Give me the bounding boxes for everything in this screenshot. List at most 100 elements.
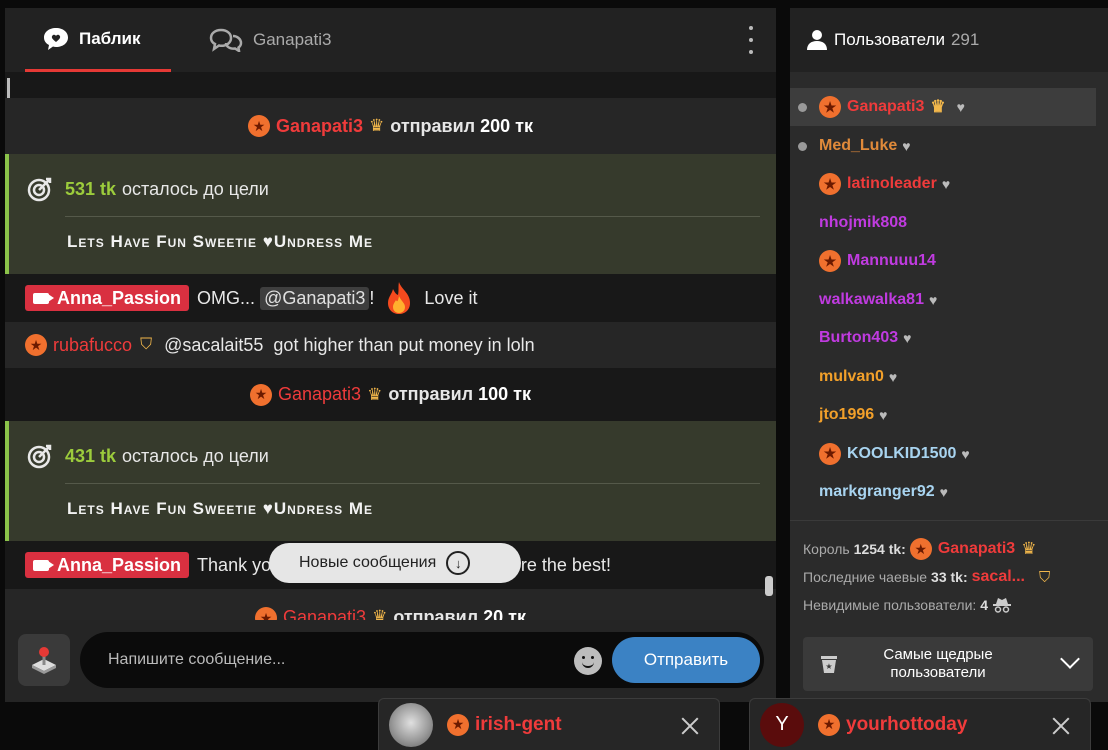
chat-header: Паблик Ganapati3	[5, 8, 776, 72]
tab-private-label: Ganapati3	[253, 30, 332, 49]
tip-username[interactable]: Ganapati3	[278, 384, 361, 405]
chat-message: Anna_Passion OMG... @Ganapati3 ! Love it	[5, 274, 776, 322]
tip-username[interactable]: Ganapati3	[276, 116, 363, 137]
mention[interactable]: @Ganapati3	[260, 286, 370, 310]
user-list-item[interactable]: markgranger92 ♥	[790, 473, 1096, 511]
user-list-item[interactable]: mulvan0 ♥	[790, 358, 1096, 396]
message-list[interactable]: ★ Ganapati3 ♛ отправил 200 тк 531 tk ост…	[5, 72, 776, 620]
tip-username[interactable]: Ganapati3	[283, 607, 366, 620]
tip-amount: 20 тк	[483, 607, 526, 620]
user-list-item[interactable]: Burton403 ♥	[790, 319, 1096, 357]
message-input-wrapper: Отправить	[80, 632, 764, 688]
heart-icon: ♥	[928, 291, 938, 308]
goal-message: 531 tk осталось до цели Lets Have Fun Sw…	[5, 154, 776, 274]
goal-amount: 431 tk	[65, 445, 117, 466]
user-list-item[interactable]: nhojmik808	[790, 204, 1096, 242]
emoji-icon[interactable]	[574, 647, 602, 675]
heart-icon: ♥	[961, 445, 970, 462]
svg-text:★: ★	[825, 662, 832, 671]
user-name: Med_Luke	[819, 136, 898, 154]
users-title: Пользователи	[834, 30, 945, 49]
chat-bubble-icon	[44, 27, 68, 50]
message-text: Love it	[424, 287, 478, 308]
user-list-item[interactable]: jto1996 ♥	[790, 396, 1096, 434]
crown-icon: ♛	[372, 607, 388, 620]
user-list-item[interactable]: ★ Mannuuu14	[790, 242, 1096, 280]
user-list-item[interactable]: Med_Luke ♥	[790, 127, 1096, 165]
user-list-item[interactable]: walkawalka81 ♥	[790, 281, 1096, 319]
heart-icon: ♥	[262, 232, 274, 251]
top-tippers-dropdown[interactable]: ★ Самые щедрые пользователи	[803, 637, 1093, 691]
scroll-indicator	[7, 78, 10, 98]
message-partial	[5, 72, 776, 98]
model-badge[interactable]: Anna_Passion	[25, 285, 190, 311]
user-list-item[interactable]: ★ KOOLKID1500 ♥	[790, 435, 1096, 473]
user-list-item[interactable]: ★ latinoleader ♥	[790, 165, 1096, 203]
chat-menu-button[interactable]	[748, 26, 754, 54]
star-badge-icon: ★	[249, 383, 272, 406]
joystick-button[interactable]	[18, 634, 70, 686]
private-chat-username: yourhottoday	[846, 713, 968, 735]
private-chat-username: irish-gent	[475, 713, 562, 735]
scrollbar-thumb[interactable]	[765, 576, 773, 596]
king-user[interactable]: Ganapati3	[938, 540, 1015, 558]
chat-panel: Паблик Ganapati3 ★ Ganapati3 ♛ отправил …	[5, 8, 776, 702]
model-badge[interactable]: Anna_Passion	[25, 552, 190, 578]
message-text: OMG...	[197, 287, 256, 308]
new-messages-button[interactable]: Новые сообщения ↓	[269, 543, 521, 583]
divider	[65, 216, 760, 217]
star-badge-icon: ★	[819, 96, 841, 118]
tab-public[interactable]: Паблик	[25, 8, 171, 72]
close-icon[interactable]	[679, 715, 701, 737]
message-input[interactable]	[108, 632, 568, 688]
camera-icon	[33, 559, 54, 571]
users-panel: Пользователи 291 ★ Ganapati3 ♛ ♥ Med_Luke ♥ ★ l…	[790, 8, 1108, 702]
tip-text: отправил	[393, 607, 479, 620]
shield-icon: ⛉	[1039, 568, 1051, 586]
spy-icon	[993, 598, 1012, 613]
users-count: 291	[950, 30, 980, 49]
user-name: Mannuuu14	[847, 252, 936, 269]
message-username[interactable]: rubafucco	[53, 335, 132, 356]
user-name: KOOLKID1500	[847, 444, 957, 462]
star-badge-icon: ★	[254, 607, 277, 620]
star-badge-icon: ★	[819, 250, 841, 272]
close-icon[interactable]	[1050, 715, 1072, 737]
send-button[interactable]: Отправить	[612, 637, 760, 683]
user-name: walkawalka81	[819, 290, 924, 308]
avatar	[389, 702, 433, 747]
tab-private[interactable]: Ganapati3	[209, 8, 331, 72]
tip-text: отправил	[390, 115, 476, 136]
tip-amount: 200 тк	[480, 115, 533, 136]
crown-icon: ♛	[1021, 539, 1037, 558]
tip-text: отправил	[388, 384, 474, 404]
tip-message: ★ Ganapati3 ♛ отправил 100 тк	[5, 368, 776, 421]
message-text: got higher than put money in loln	[273, 334, 535, 355]
arrow-down-icon: ↓	[446, 551, 471, 575]
goal-title: Lets Have Fun Sweetie ♥Undress Me	[67, 499, 374, 518]
last-tip-user[interactable]: sacal...	[972, 568, 1025, 586]
crown-icon: ♛	[367, 384, 383, 404]
heart-icon: ♥	[939, 484, 948, 500]
private-chat-tab[interactable]: Y ★ yourhottoday	[749, 698, 1091, 750]
target-icon	[27, 444, 52, 469]
tip-amount: 100 тк	[478, 384, 531, 404]
message-username: Anna_Passion	[57, 554, 182, 575]
goal-message: 431 tk осталось до цели Lets Have Fun Sw…	[5, 421, 776, 541]
mention[interactable]: @sacalait55	[164, 335, 263, 356]
user-name: markgranger92	[819, 483, 935, 500]
heart-icon: ♥	[941, 176, 951, 192]
invisible-stat: Невидимые пользователи: 4	[803, 597, 1012, 613]
heart-icon: ♥	[902, 137, 911, 154]
top-tippers-label: Самые щедрые пользователи	[883, 646, 993, 681]
user-list-item[interactable]: ★ Ganapati3 ♛ ♥	[790, 88, 1096, 126]
heart-icon: ♥	[879, 407, 888, 423]
message-text: Thank yo	[197, 554, 272, 575]
private-chat-tab[interactable]: ★ irish-gent	[378, 698, 720, 750]
tip-message: ★ Ganapati3 ♛ отправил 20 тк	[5, 589, 776, 620]
private-chat-icon	[209, 28, 243, 52]
user-name: latinoleader	[847, 175, 937, 192]
heart-icon: ♥	[888, 368, 898, 385]
crown-icon: ♛	[930, 97, 946, 116]
king-stat: Король 1254 tk: ★ Ganapati3 ♛	[803, 538, 1042, 560]
